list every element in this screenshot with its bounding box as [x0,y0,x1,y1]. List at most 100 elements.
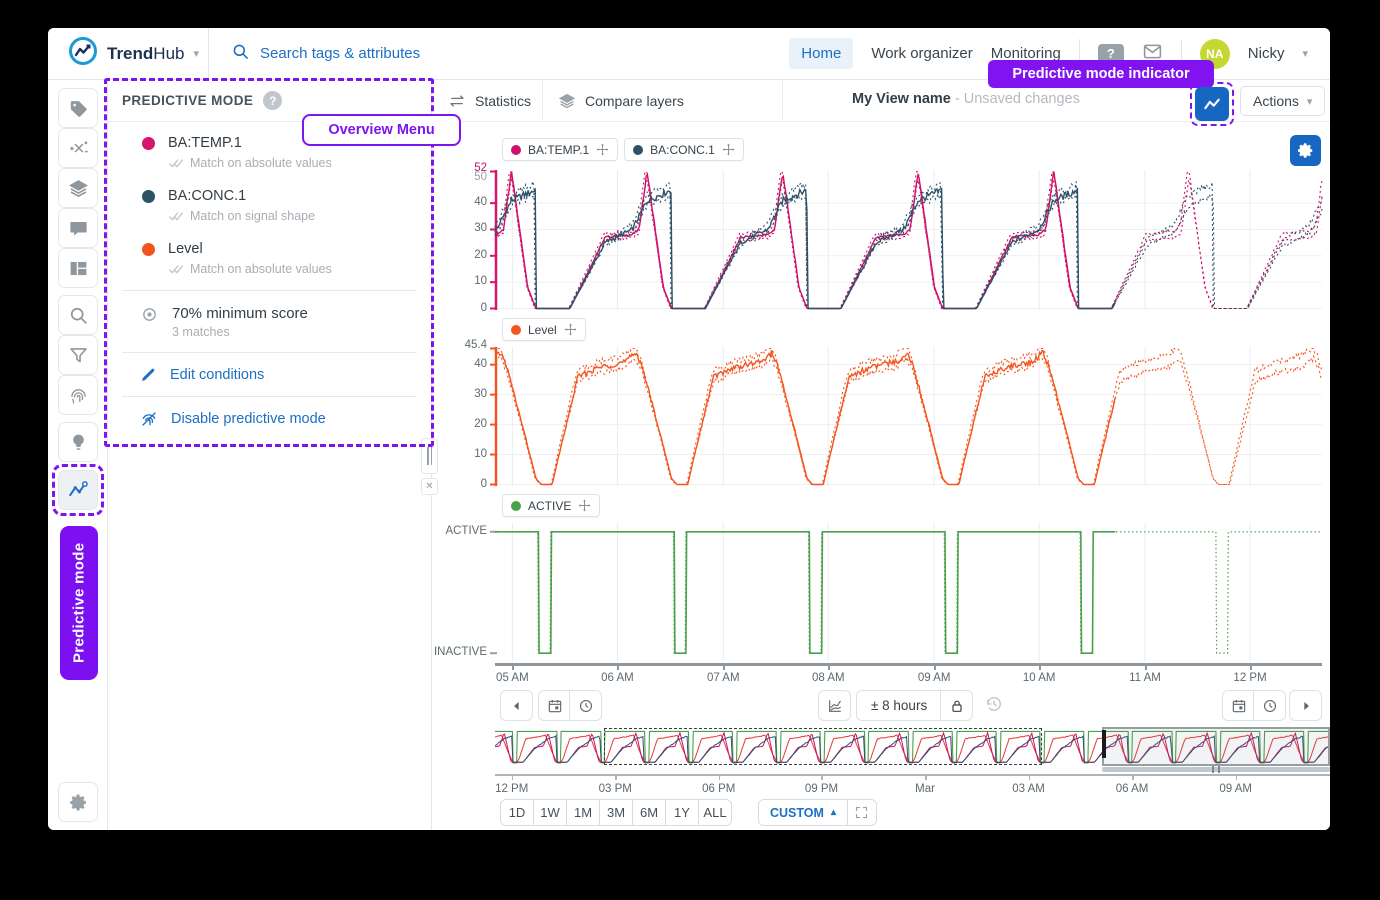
statistics-label: Statistics [475,93,531,109]
predictive-mode-vertical-label: Predictive mode [60,526,98,680]
chart-active[interactable] [495,523,1322,662]
signal-row[interactable]: BA:CONC.1 [142,188,431,204]
zoom-preset-1d[interactable]: 1D [500,799,534,826]
sidebar-tool-search[interactable] [58,295,98,335]
user-name[interactable]: Nicky [1248,45,1285,62]
y-axis-tick-label: 0 [432,302,487,314]
user-chevron-down-icon[interactable]: ▾ [1302,47,1308,60]
custom-range-button[interactable]: CUSTOM▴ [758,799,848,826]
zoom-preset-6m[interactable]: 6M [632,799,666,826]
context-view-window[interactable] [1102,727,1330,766]
panel-help-icon[interactable]: ? [263,91,282,110]
score-label: 70% minimum score [172,305,308,322]
x-axis-tick [1145,665,1147,670]
statistics-button[interactable]: Statistics [448,80,531,122]
brand-chevron-down-icon[interactable]: ▾ [193,47,199,60]
sidebar-tool-comment[interactable] [58,208,98,248]
brand-name: TrendHub [107,44,184,64]
time-range-button[interactable]: ± 8 hours [856,690,942,721]
global-search[interactable]: Search tags & attributes [209,42,789,66]
edit-conditions-button[interactable]: Edit conditions [108,353,431,383]
signal-row[interactable]: Level [142,241,431,257]
nav-home[interactable]: Home [789,38,853,69]
main-content: Statistics Compare layers My View name - U… [432,80,1330,830]
clock-start-button[interactable] [569,690,602,721]
custom-range-label: CUSTOM [770,806,824,820]
context-axis-tick-label: 03 AM [1012,783,1045,795]
legend-chip-ba-conc-1[interactable]: BA:CONC.1 [624,138,744,161]
calendar-end-button[interactable] [1222,690,1255,721]
zoom-preset-1m[interactable]: 1M [566,799,600,826]
sidebar-tool-dashboard[interactable] [58,248,98,288]
move-icon[interactable] [564,323,577,336]
double-check-icon [168,208,184,224]
context-axis-tick [925,774,927,780]
chart-settings-button[interactable] [1290,135,1321,166]
x-axis-tick [934,665,936,670]
context-selection-box[interactable] [604,728,1042,765]
clock-end-button[interactable] [1253,690,1286,721]
legend-label: ACTIVE [528,499,571,513]
nav-work-organizer[interactable]: Work organizer [871,45,972,62]
move-icon[interactable] [722,143,735,156]
sidebar-tool-fingerprint[interactable] [58,375,98,415]
x-axis-tick [617,665,619,670]
zoom-preset-1y[interactable]: 1Y [665,799,699,826]
actions-button[interactable]: Actions▾ [1240,86,1325,116]
legend-chip-active[interactable]: ACTIVE [502,494,600,517]
predictive-mode-indicator-callout: Predictive mode indicator [988,60,1214,88]
chart-type-button[interactable] [818,690,851,721]
step-forward-button[interactable] [1289,690,1322,721]
minimum-score-row: 70% minimum score3 matches [108,291,431,339]
zoom-preset-3m[interactable]: 3M [599,799,633,826]
move-icon[interactable] [596,143,609,156]
move-icon[interactable] [578,499,591,512]
refresh-history-button[interactable] [984,694,1004,719]
unsaved-changes-label: - Unsaved changes [955,91,1080,107]
trendchart-icon [827,698,843,714]
y-axis-tick-label: 20 [432,249,487,261]
signal-match-label: Match on absolute values [190,156,332,170]
compare-layers-button[interactable]: Compare layers [558,80,684,122]
legend-chip-ba-temp-1[interactable]: BA:TEMP.1 [502,138,618,161]
sidebar-tool-layers[interactable] [58,168,98,208]
y-axis-state-label: ACTIVE [432,525,487,537]
scrollbar-handle[interactable] [1212,766,1220,773]
y-axis-max-label: 50 [432,171,487,183]
context-timeline[interactable] [495,728,1330,765]
calendar-icon [547,698,563,714]
search-input[interactable]: Search tags & attributes [260,45,420,62]
zoom-preset-1w[interactable]: 1W [533,799,567,826]
layers-icon [558,92,576,110]
chart-level[interactable] [495,347,1322,486]
context-scrollbar[interactable] [1102,767,1330,772]
sidebar-tool-calculation[interactable] [58,128,98,168]
predictive-mode-indicator-button[interactable] [1195,87,1229,121]
sidebar-tool-filter[interactable] [58,335,98,375]
sidebar-tool-settings[interactable] [58,782,98,822]
calendar-start-button[interactable] [538,690,571,721]
context-axis-tick [615,774,617,780]
tri-right-icon [1298,698,1314,714]
signal-match-label: Match on signal shape [190,209,315,223]
history-icon [984,694,1004,714]
panel-close-button[interactable]: ✕ [421,478,438,495]
lock-range-button[interactable] [940,690,973,721]
legend-row: Level [502,318,586,341]
panel-resize-handle[interactable] [421,438,438,474]
fit-range-button[interactable] [847,799,877,826]
y-axis-tick-label: 10 [432,275,487,287]
y-axis-state-label: INACTIVE [432,646,487,658]
disable-predictive-mode-button[interactable]: Disable predictive mode [108,397,431,428]
brand[interactable]: TrendHub ▾ [48,36,208,71]
zoom-preset-all[interactable]: ALL [698,799,732,826]
x-axis-tick-label: 10 AM [1023,672,1056,684]
sidebar-tool-lightbulb[interactable] [58,422,98,462]
view-title: My View name - Unsaved changes [852,91,1080,107]
chart-temp-conc[interactable] [495,170,1322,310]
step-back-button[interactable] [500,690,533,721]
context-axis-tick [1029,774,1031,780]
sidebar-tool-tag[interactable] [58,88,98,128]
legend-chip-level[interactable]: Level [502,318,586,341]
context-axis-tick [512,774,514,780]
